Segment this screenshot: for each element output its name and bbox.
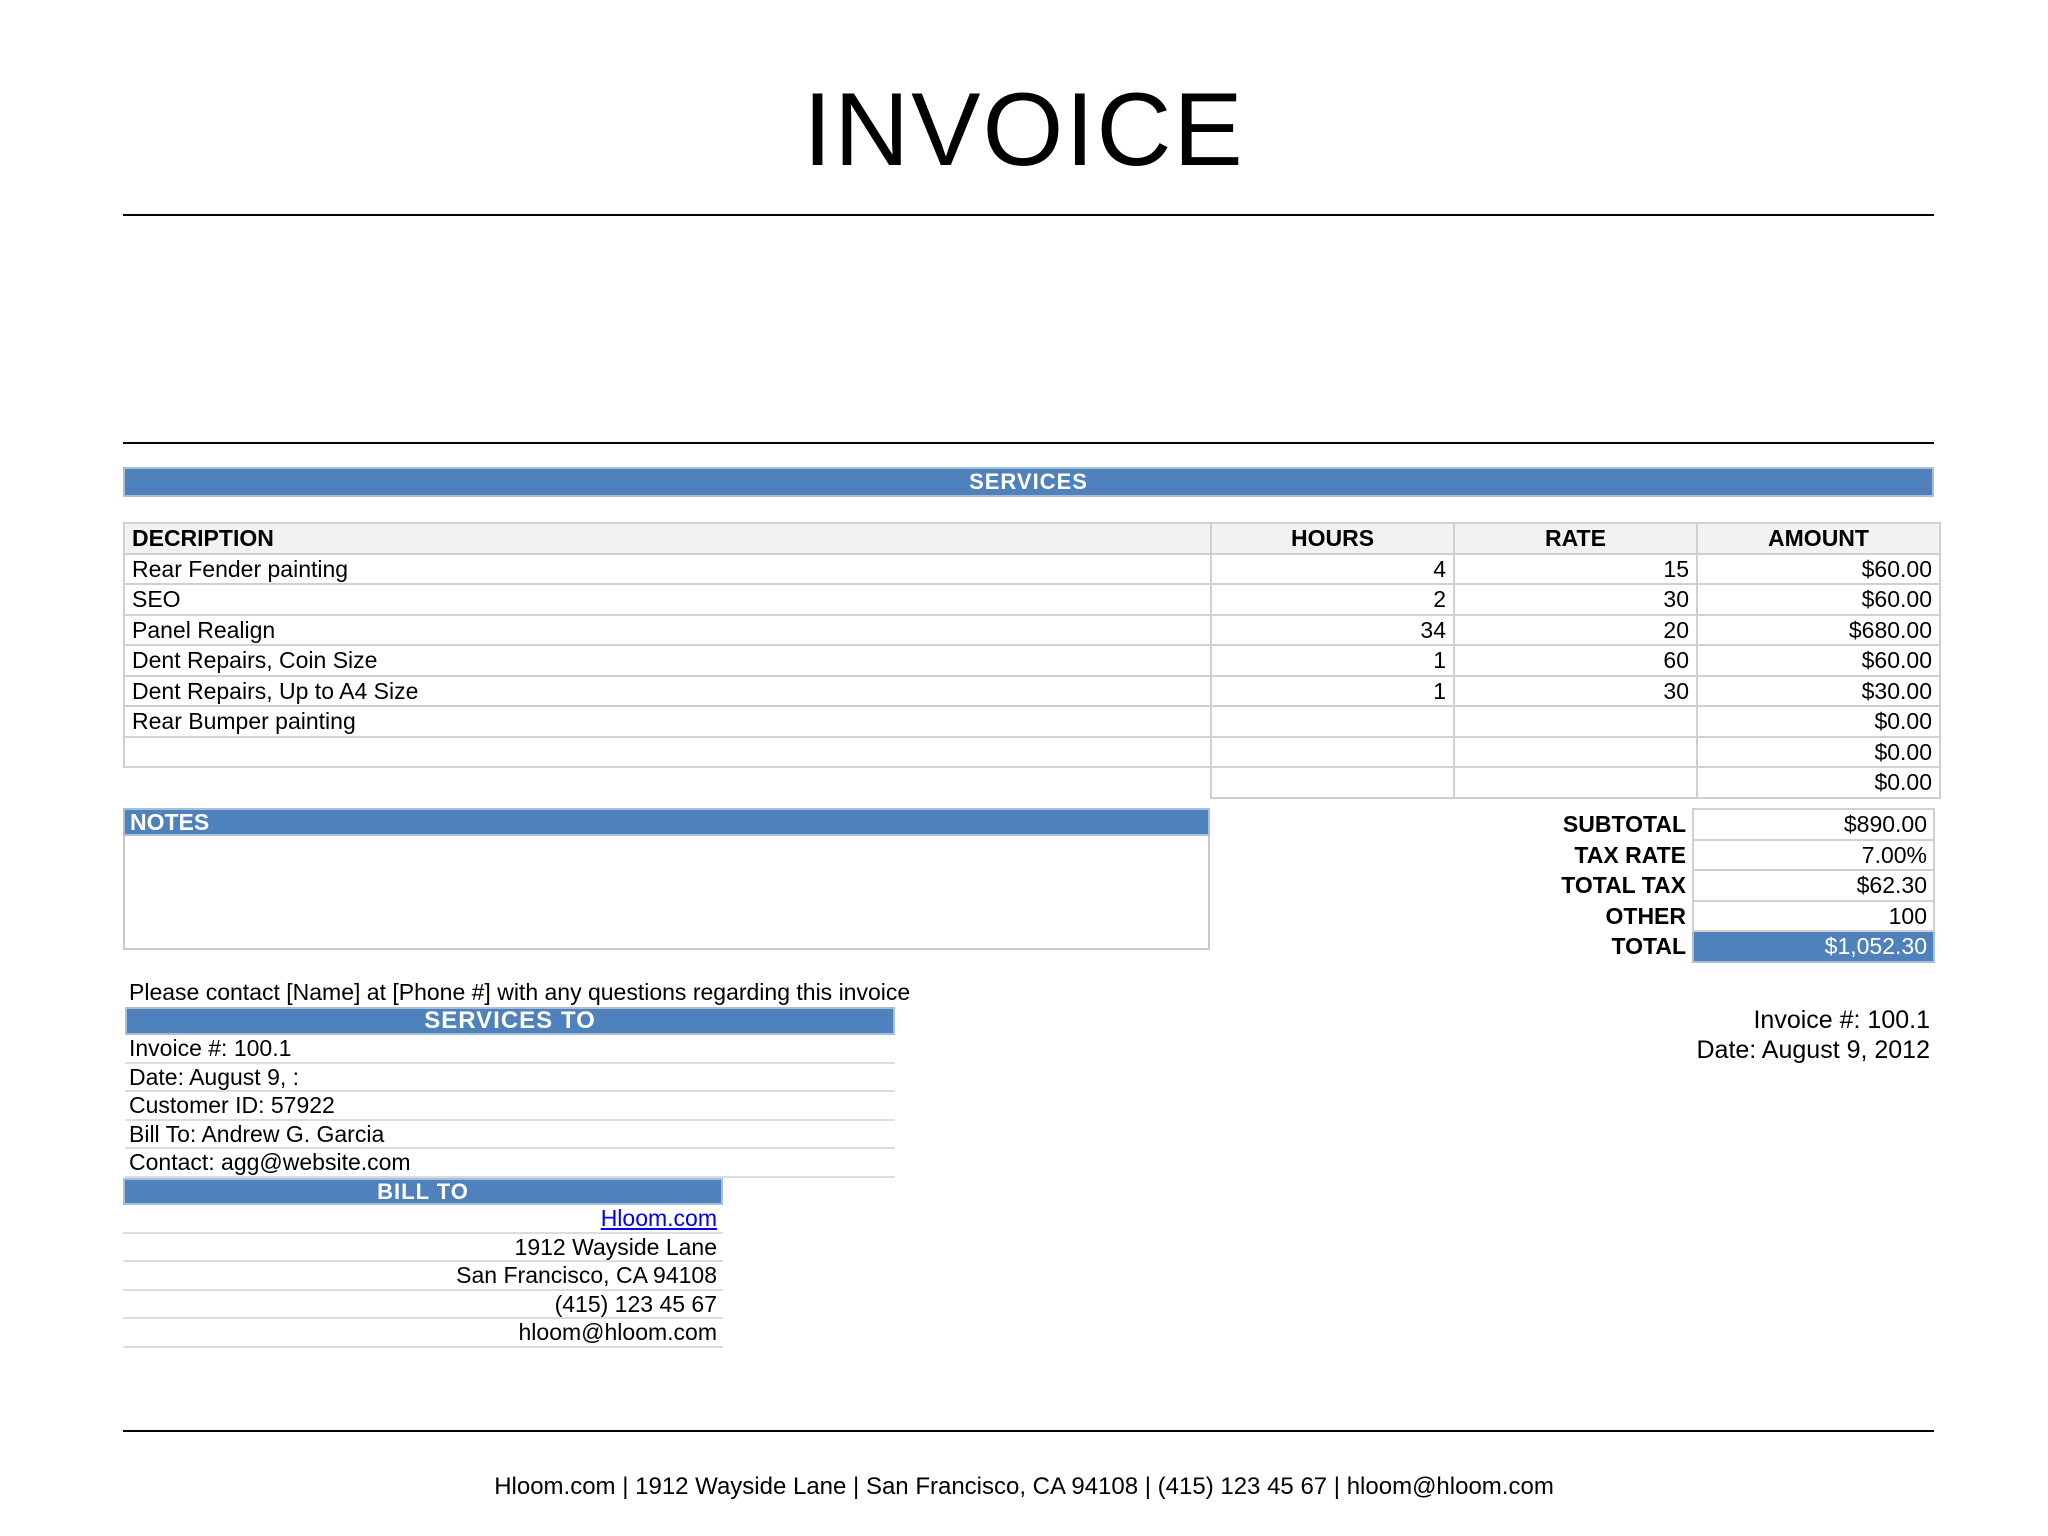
invoice-title: INVOICE	[803, 72, 1245, 188]
bill-to-address: 1912 Wayside Lane	[123, 1234, 723, 1262]
item-hours[interactable]: 34	[1210, 613, 1455, 646]
item-hours[interactable]	[1210, 705, 1455, 738]
services-to-contact: Contact: agg@website.com	[125, 1149, 895, 1178]
item-description[interactable]: Dent Repairs, Coin Size	[123, 644, 1212, 677]
item-amount: $60.00	[1696, 644, 1941, 677]
services-to-date: Date: August 9, :	[125, 1064, 895, 1092]
table-row: SEO 2 30 $60.00	[123, 583, 1941, 616]
item-amount: $0.00	[1696, 766, 1941, 799]
column-header-amount: AMOUNT	[1696, 522, 1941, 555]
services-to-header: SERVICES TO	[125, 1007, 895, 1035]
total-tax-row: TOTAL TAX $62.30	[1450, 869, 1935, 902]
bill-to-phone: (415) 123 45 67	[123, 1291, 723, 1319]
footer-contact: Hloom.com | 1912 Wayside Lane | San Fran…	[494, 1473, 1554, 1500]
total-label: TOTAL	[1611, 933, 1686, 960]
total-row: TOTAL $1,052.30	[1450, 930, 1935, 963]
other-row: OTHER 100	[1450, 899, 1935, 932]
table-row: Rear Fender painting 4 15 $60.00	[123, 552, 1941, 585]
item-rate[interactable]: 60	[1453, 644, 1698, 677]
total-tax-label: TOTAL TAX	[1561, 872, 1686, 899]
item-hours[interactable]	[1210, 735, 1455, 768]
other-label: OTHER	[1605, 902, 1687, 929]
item-description[interactable]: Panel Realign	[123, 613, 1212, 646]
services-to-section: SERVICES TO Invoice #: 100.1 Date: Augus…	[125, 1007, 895, 1178]
table-row: Panel Realign 34 20 $680.00	[123, 613, 1941, 646]
total-value: $1,052.30	[1692, 930, 1935, 963]
footer-divider	[123, 1430, 1934, 1432]
item-amount: $0.00	[1696, 705, 1941, 738]
tax-rate-value[interactable]: 7.00%	[1692, 838, 1935, 871]
item-rate[interactable]	[1453, 735, 1698, 768]
tax-rate-label: TAX RATE	[1574, 841, 1686, 868]
item-description[interactable]: SEO	[123, 583, 1212, 616]
item-description[interactable]: Dent Repairs, Up to A4 Size	[123, 674, 1212, 707]
item-amount: $0.00	[1696, 735, 1941, 768]
item-rate[interactable]: 30	[1453, 583, 1698, 616]
item-hours[interactable]: 2	[1210, 583, 1455, 616]
subtotal-label: SUBTOTAL	[1562, 811, 1686, 838]
services-header: SERVICES	[123, 467, 1934, 497]
item-description[interactable]: Rear Fender painting	[123, 552, 1212, 585]
table-row: $0.00	[123, 735, 1941, 768]
top-divider	[123, 214, 1934, 216]
bill-to-city: San Francisco, CA 94108	[123, 1262, 723, 1291]
bill-to-header: BILL TO	[123, 1178, 723, 1205]
item-description	[124, 767, 1211, 798]
subtotal-value: $890.00	[1692, 808, 1935, 841]
item-hours[interactable]: 1	[1210, 674, 1455, 707]
header-divider	[123, 442, 1934, 444]
services-to-customer-id: Customer ID: 57922	[125, 1092, 895, 1121]
table-row: Rear Bumper painting $0.00	[123, 705, 1941, 738]
column-header-rate: RATE	[1453, 522, 1698, 555]
item-rate[interactable]: 15	[1453, 552, 1698, 585]
item-rate[interactable]: 30	[1453, 674, 1698, 707]
tax-rate-row: TAX RATE 7.00%	[1450, 838, 1935, 871]
item-amount: $680.00	[1696, 613, 1941, 646]
table-row: $0.00	[124, 766, 1941, 799]
item-description[interactable]: Rear Bumper painting	[123, 705, 1212, 738]
invoice-info: Invoice #: 100.1 Date: August 9, 2012	[1696, 1005, 1930, 1065]
table-row: Dent Repairs, Up to A4 Size 1 30 $30.00	[123, 674, 1941, 707]
item-rate[interactable]: 20	[1453, 613, 1698, 646]
bill-to-section: BILL TO Hloom.com 1912 Wayside Lane San …	[123, 1178, 723, 1348]
item-amount: $30.00	[1696, 674, 1941, 707]
item-hours[interactable]: 1	[1210, 644, 1455, 677]
totals-table: SUBTOTAL $890.00 TAX RATE 7.00% TOTAL TA…	[1450, 808, 1935, 963]
item-hours[interactable]: 4	[1210, 552, 1455, 585]
services-to-bill-to: Bill To: Andrew G. Garcia	[125, 1121, 895, 1149]
invoice-date: Date: August 9, 2012	[1696, 1036, 1930, 1064]
item-hours[interactable]	[1210, 766, 1455, 799]
invoice-number: Invoice #: 100.1	[1753, 1006, 1930, 1034]
total-tax-value: $62.30	[1692, 869, 1935, 902]
contact-instructions: Please contact [Name] at [Phone #] with …	[129, 979, 911, 1005]
item-rate[interactable]	[1453, 766, 1698, 799]
services-table-header: DECRIPTION HOURS RATE AMOUNT	[123, 522, 1941, 555]
bill-to-email: hloom@hloom.com	[123, 1319, 723, 1348]
subtotal-row: SUBTOTAL $890.00	[1450, 808, 1935, 841]
other-value[interactable]: 100	[1692, 899, 1935, 932]
services-to-invoice-number: Invoice #: 100.1	[125, 1035, 895, 1064]
column-header-description: DECRIPTION	[123, 522, 1212, 555]
notes-header: NOTES	[123, 808, 1210, 836]
services-table: DECRIPTION HOURS RATE AMOUNT Rear Fender…	[123, 522, 1941, 799]
item-amount: $60.00	[1696, 552, 1941, 585]
item-amount: $60.00	[1696, 583, 1941, 616]
item-description[interactable]	[123, 735, 1212, 768]
column-header-hours: HOURS	[1210, 522, 1455, 555]
table-row: Dent Repairs, Coin Size 1 60 $60.00	[123, 644, 1941, 677]
item-rate[interactable]	[1453, 705, 1698, 738]
bill-to-website-link[interactable]: Hloom.com	[601, 1205, 717, 1231]
bill-to-website-row: Hloom.com	[123, 1205, 723, 1234]
